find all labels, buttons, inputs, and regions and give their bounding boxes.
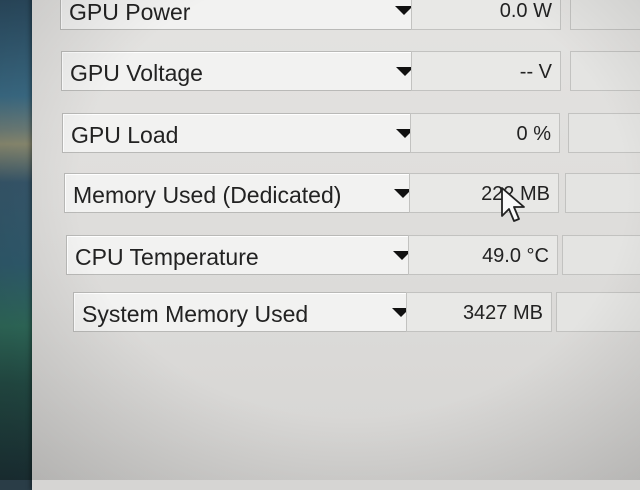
- sensor-label: GPU Voltage: [70, 60, 203, 86]
- sensor-label: System Memory Used: [82, 301, 309, 327]
- sensor-label: GPU Load: [71, 122, 179, 148]
- sensor-graph-gpu-voltage: [570, 51, 640, 91]
- sensor-dropdown-system-memory-used[interactable]: System Memory Used: [73, 292, 427, 332]
- sensor-graph-memory-used-dedicated: [565, 173, 640, 213]
- sensor-graph-gpu-power: [570, 0, 640, 30]
- sensor-value-text: 49.0 °C: [482, 245, 549, 267]
- sensor-label: CPU Temperature: [75, 244, 259, 270]
- sensor-graph-cpu-temperature: [562, 235, 640, 275]
- sensor-value-text: 0 %: [516, 123, 551, 145]
- sensor-dropdown-gpu-load[interactable]: GPU Load: [62, 113, 426, 153]
- sensor-dropdown-gpu-power[interactable]: GPU Power: [60, 0, 424, 30]
- sensor-value-memory-used-dedicated: 222 MB: [409, 173, 559, 213]
- sensor-value-text: 0.0 W: [499, 0, 552, 22]
- sensor-value-gpu-power: 0.0 W: [411, 0, 561, 30]
- sensor-graph-gpu-load: [568, 113, 640, 153]
- sensor-dropdown-memory-used-dedicated[interactable]: Memory Used (Dedicated): [64, 173, 426, 213]
- sensor-value-system-memory-used: 3427 MB: [406, 292, 552, 332]
- sensor-value-text: 3427 MB: [462, 302, 543, 324]
- sensor-dropdown-gpu-voltage[interactable]: GPU Voltage: [61, 51, 425, 91]
- sensor-value-cpu-temperature: 49.0 °C: [408, 235, 558, 275]
- mouse-pointer-icon: [501, 187, 525, 222]
- sensor-value-gpu-voltage: -- V: [411, 51, 561, 91]
- sensor-dropdown-cpu-temperature[interactable]: CPU Temperature: [66, 235, 426, 275]
- sensor-value-text: -- V: [519, 61, 552, 83]
- sensor-panel: GPU Power 0.0 W GPU Voltage -- V GPU Loa…: [32, 0, 640, 490]
- sensor-value-gpu-load: 0 %: [410, 113, 560, 153]
- sensor-label: GPU Power: [69, 0, 191, 25]
- sensor-graph-system-memory-used: [556, 292, 640, 332]
- sensor-label: Memory Used (Dedicated): [73, 182, 342, 208]
